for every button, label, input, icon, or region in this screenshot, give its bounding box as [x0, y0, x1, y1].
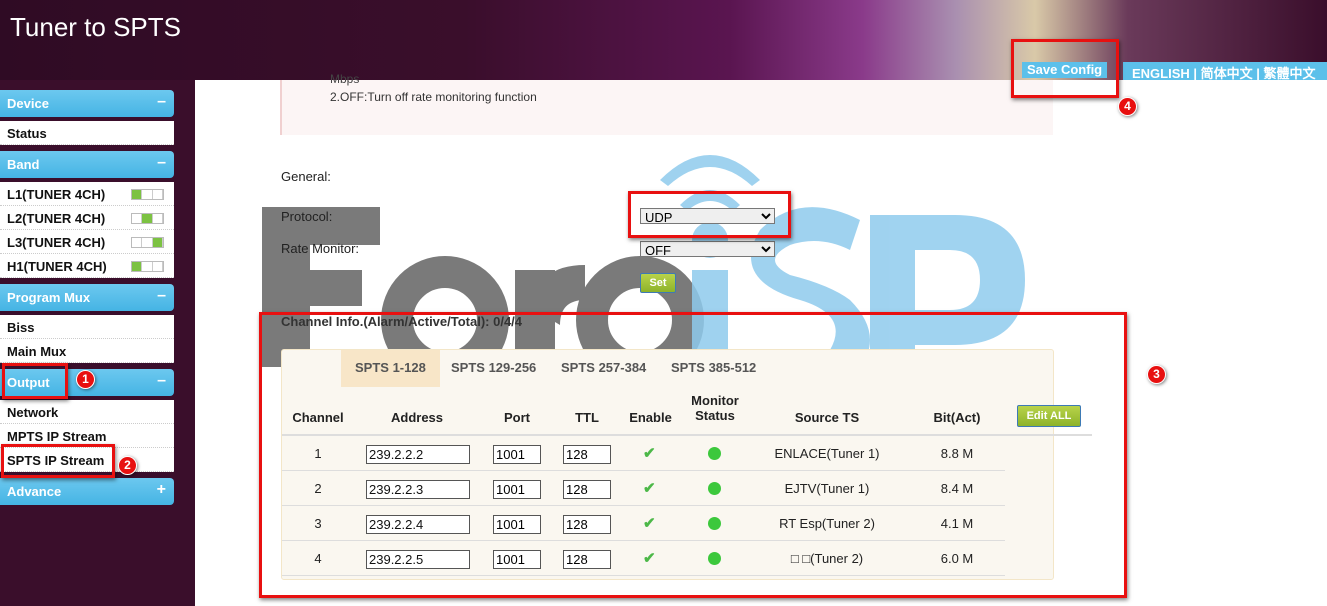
item-label: H1(TUNER 4CH)	[7, 259, 107, 274]
tuner-slot-icon	[131, 189, 164, 200]
annotation-badge: 2	[118, 456, 137, 475]
note-line: Mbps	[330, 72, 360, 86]
section-label: Device	[7, 96, 49, 111]
section-label: Advance	[7, 484, 62, 499]
section-label: Program Mux	[7, 290, 91, 305]
expand-icon[interactable]: +	[157, 481, 166, 499]
language-selector[interactable]: ENGLISH | 简体中文 | 繁體中文	[1123, 62, 1327, 80]
set-button[interactable]: Set	[640, 273, 676, 293]
sidebar-item-main-mux[interactable]: Main Mux	[0, 339, 174, 363]
rate-monitor-select[interactable]: OFF	[640, 241, 775, 257]
rate-monitor-label: Rate Monitor:	[281, 241, 360, 256]
sidebar-item-l2[interactable]: L2(TUNER 4CH)	[0, 206, 174, 230]
help-note: Mbps 2.OFF:Turn off rate monitoring func…	[280, 72, 1053, 135]
general-label: General:	[281, 169, 331, 184]
section-device[interactable]: Device –	[0, 90, 174, 117]
collapse-icon[interactable]: –	[157, 372, 166, 390]
tuner-slot-icon	[131, 237, 164, 248]
sidebar-item-l1[interactable]: L1(TUNER 4CH)	[0, 182, 174, 206]
annotation-box-table	[259, 312, 1127, 598]
tuner-slot-icon	[131, 261, 164, 272]
annotation-box-save-config	[1011, 39, 1119, 98]
annotation-badge: 1	[76, 370, 95, 389]
sidebar-item-l3[interactable]: L3(TUNER 4CH)	[0, 230, 174, 254]
annotation-box-spts	[1, 444, 115, 478]
sidebar-item-network[interactable]: Network	[0, 400, 174, 424]
collapse-icon[interactable]: –	[157, 154, 166, 172]
collapse-icon[interactable]: –	[157, 287, 166, 305]
section-band[interactable]: Band –	[0, 151, 174, 178]
protocol-label: Protocol:	[281, 209, 333, 224]
annotation-badge: 3	[1147, 365, 1166, 384]
sidebar-item-h1[interactable]: H1(TUNER 4CH)	[0, 254, 174, 278]
note-line: 2.OFF:Turn off rate monitoring function	[330, 90, 537, 104]
app-title: Tuner to SPTS	[10, 12, 181, 42]
annotation-box-protocol	[628, 191, 791, 238]
annotation-badge: 4	[1118, 97, 1137, 116]
sidebar-item-biss[interactable]: Biss	[0, 315, 174, 339]
item-label: L3(TUNER 4CH)	[7, 235, 106, 250]
section-label: Band	[7, 157, 40, 172]
section-program-mux[interactable]: Program Mux –	[0, 284, 174, 311]
tuner-slot-icon	[131, 213, 164, 224]
item-label: L2(TUNER 4CH)	[7, 211, 106, 226]
sidebar: Device – Status Band – L1(TUNER 4CH) L2(TU…	[0, 80, 195, 606]
collapse-icon[interactable]: –	[157, 93, 166, 111]
annotation-box-output	[2, 363, 68, 399]
section-advance[interactable]: Advance +	[0, 478, 174, 505]
item-label: L1(TUNER 4CH)	[7, 187, 106, 202]
sidebar-item-status[interactable]: Status	[0, 121, 174, 145]
